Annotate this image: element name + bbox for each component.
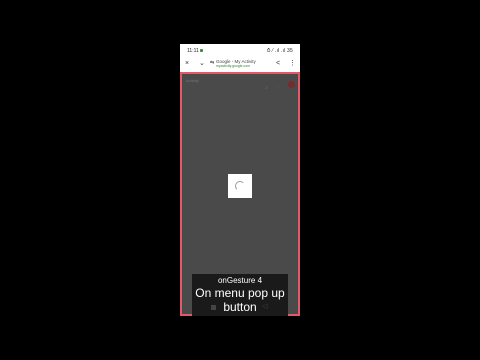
url-bar[interactable]: Google - My Activity myactivity.google.c…: [216, 59, 272, 69]
search-icon[interactable]: ⌕: [265, 85, 268, 91]
description-caption: On menu pop up button: [195, 286, 285, 314]
apps-icon[interactable]: ⋮: [276, 85, 281, 91]
url-host: myactivity.google.com: [216, 64, 251, 68]
browser-toolbar: × ⌄ ⇆ Google - My Activity myactivity.go…: [180, 56, 300, 73]
loading-dialog: [228, 174, 252, 198]
notification-icon: [200, 49, 203, 52]
avatar[interactable]: [288, 81, 295, 89]
status-time: 11:11: [187, 48, 199, 54]
status-bar: 11:11 ⏱ ⁄ .ıl .ıl 35: [180, 44, 300, 56]
status-icons: ⏱ ⁄ .ıl .ıl 35: [266, 48, 293, 54]
close-icon[interactable]: ×: [185, 59, 189, 68]
spinner-icon: [235, 181, 245, 191]
back-icon[interactable]: ◁: [262, 302, 267, 310]
tune-icon[interactable]: ⇆: [210, 59, 214, 68]
header-icons: ⌕ ⋮: [265, 76, 295, 94]
content-header-title: Activity: [186, 78, 199, 83]
recents-icon[interactable]: [211, 305, 216, 310]
chevron-down-icon[interactable]: ⌄: [199, 59, 205, 68]
gesture-caption: onGesture 4: [217, 276, 263, 285]
more-menu-icon[interactable]: ⋮: [289, 59, 296, 68]
share-icon[interactable]: <: [276, 59, 280, 68]
